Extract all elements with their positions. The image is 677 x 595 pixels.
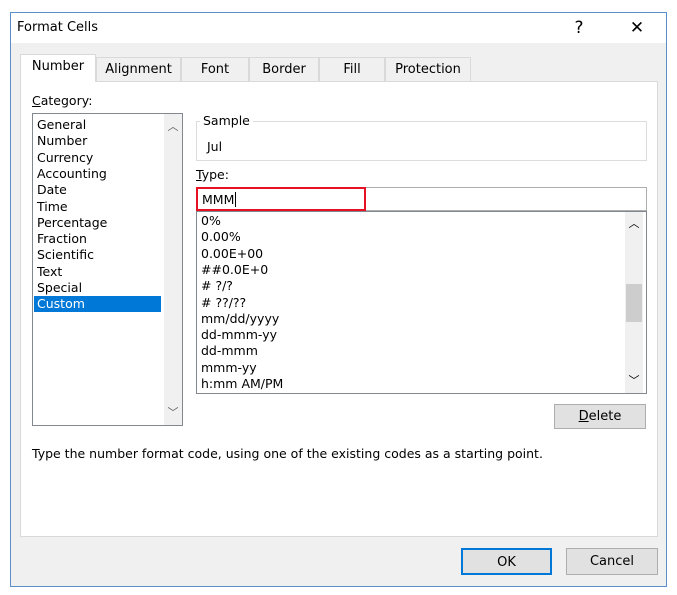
close-icon[interactable]: ✕	[622, 16, 652, 40]
scrollbar-thumb[interactable]	[626, 284, 642, 322]
category-item-percentage[interactable]: Percentage	[37, 215, 107, 231]
format-code-item[interactable]: 0.00%	[201, 229, 241, 245]
delete-button[interactable]: Delete	[554, 404, 646, 429]
scroll-down-icon[interactable]: ﹀	[625, 372, 643, 388]
category-item-accounting[interactable]: Accounting	[37, 166, 107, 182]
type-input-value: MMM	[202, 192, 237, 207]
format-code-item[interactable]: h:mm AM/PM	[201, 376, 283, 392]
category-item-general[interactable]: General	[37, 117, 86, 133]
type-label: Type:	[196, 167, 229, 182]
format-code-item[interactable]: mmm-yy	[201, 360, 257, 376]
format-code-item[interactable]: # ??/??	[201, 295, 246, 311]
sample-label: Sample	[200, 113, 253, 128]
scroll-up-icon[interactable]: ︿	[625, 215, 643, 231]
category-item-fraction[interactable]: Fraction	[37, 231, 87, 247]
title-bar: Format Cells ? ✕	[11, 13, 666, 43]
tab-font[interactable]: Font	[181, 57, 249, 81]
category-item-date[interactable]: Date	[37, 182, 67, 198]
type-input[interactable]: MMM	[196, 187, 647, 211]
sample-value: Jul	[207, 139, 223, 154]
sample-group	[196, 121, 647, 161]
help-text: Type the number format code, using one o…	[32, 446, 543, 461]
category-list[interactable]: General Number Currency Accounting Date Time P…	[32, 113, 183, 426]
format-code-item[interactable]: # ?/?	[201, 278, 233, 294]
format-code-item[interactable]: 0.00E+00	[201, 246, 263, 262]
scroll-up-icon[interactable]: ︿	[164, 118, 182, 134]
format-code-item[interactable]: dd-mmm	[201, 343, 258, 359]
category-item-time[interactable]: Time	[37, 199, 68, 215]
ok-button[interactable]: OK	[461, 548, 552, 575]
category-scrollbar[interactable]: ︿ ﹀	[164, 114, 182, 425]
dialog-title: Format Cells	[17, 20, 99, 35]
tab-number[interactable]: Number	[20, 54, 96, 82]
format-scrollbar[interactable]: ︿ ﹀	[625, 212, 643, 393]
category-item-special[interactable]: Special	[37, 280, 82, 296]
format-code-item[interactable]: dd-mmm-yy	[201, 327, 277, 343]
format-cells-dialog: Format Cells ? ✕ Number Alignment Font B…	[10, 12, 667, 587]
category-item-scientific[interactable]: Scientific	[37, 247, 94, 263]
category-item-custom[interactable]: Custom	[34, 296, 161, 313]
category-item-text[interactable]: Text	[37, 264, 62, 280]
tab-alignment[interactable]: Alignment	[96, 57, 181, 81]
format-code-list[interactable]: 0% 0.00% 0.00E+00 ##0.0E+0 # ?/? # ??/?? mm/dd…	[196, 211, 647, 394]
tab-fill[interactable]: Fill	[319, 57, 385, 81]
format-code-item[interactable]: 0%	[201, 213, 221, 229]
help-icon[interactable]: ?	[564, 16, 594, 40]
tab-protection[interactable]: Protection	[385, 57, 471, 81]
format-code-item[interactable]: ##0.0E+0	[201, 262, 268, 278]
cancel-button[interactable]: Cancel	[566, 548, 658, 575]
scroll-down-icon[interactable]: ﹀	[164, 404, 182, 420]
format-code-item[interactable]: mm/dd/yyyy	[201, 311, 279, 327]
category-item-number[interactable]: Number	[37, 133, 87, 149]
tab-border[interactable]: Border	[249, 57, 319, 81]
category-label: Category:	[32, 93, 93, 108]
category-item-currency[interactable]: Currency	[37, 150, 93, 166]
